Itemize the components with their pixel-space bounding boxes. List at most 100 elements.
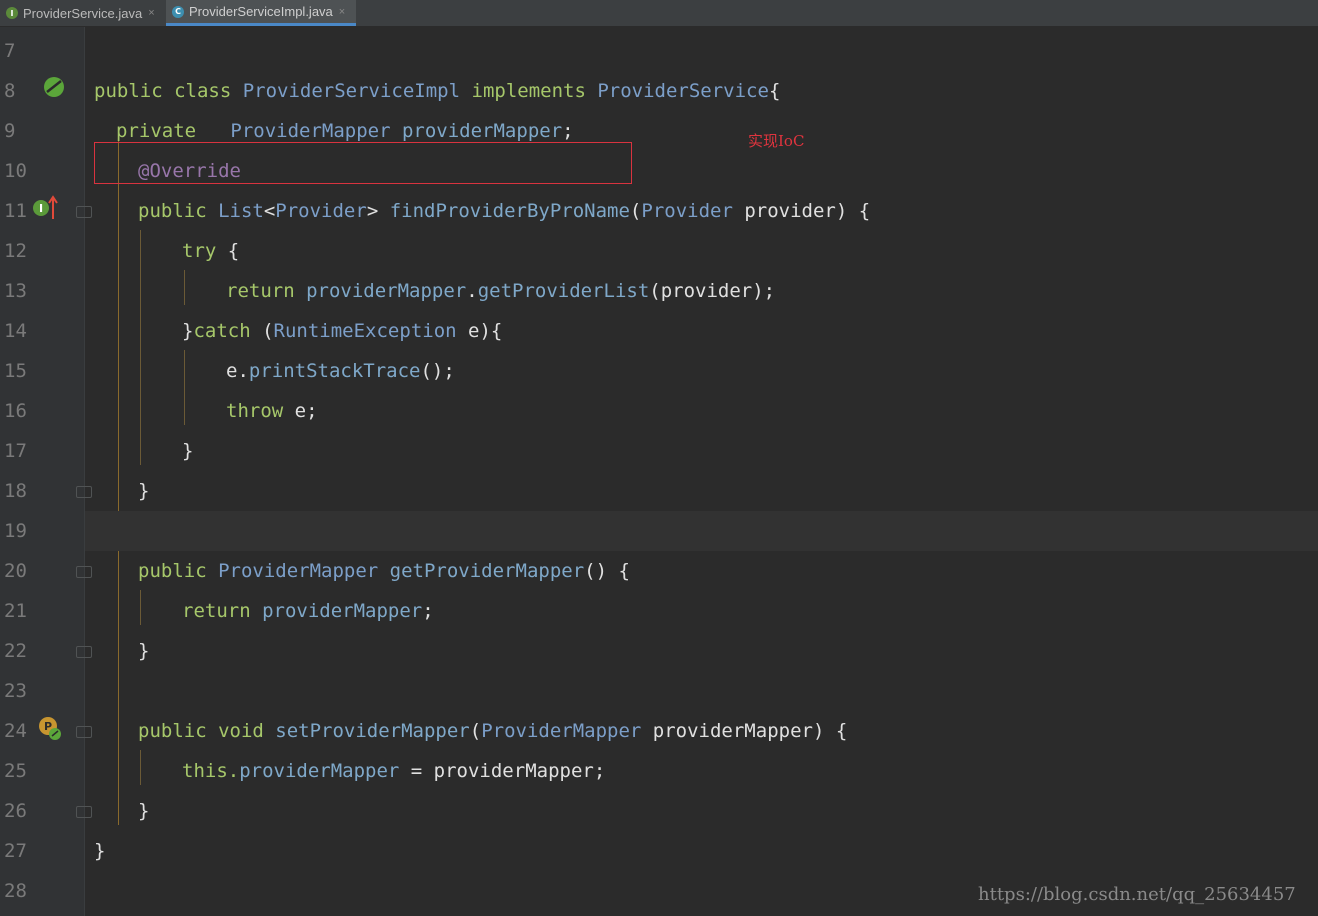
brace: }: [182, 440, 194, 462]
fold-marker[interactable]: [76, 726, 92, 738]
keyword: public class: [94, 80, 243, 102]
line-number: 7: [4, 40, 16, 62]
type-name: ProviderMapper: [218, 560, 390, 582]
fold-marker[interactable]: [76, 806, 92, 818]
close-icon[interactable]: ×: [339, 6, 345, 18]
brace: }: [138, 640, 150, 662]
code-text: return providerMapper;: [182, 591, 434, 631]
code-line[interactable]: 14 }catch (RuntimeException e){: [0, 311, 1318, 351]
param: e){: [456, 320, 503, 342]
property-setter-icon[interactable]: P: [37, 715, 63, 741]
svg-text:I: I: [39, 202, 43, 215]
keyword: public void: [138, 720, 276, 742]
line-number: 24: [4, 720, 27, 742]
punct: >: [366, 200, 390, 222]
keyword: return: [182, 600, 263, 622]
code-text: }: [138, 631, 149, 671]
code-line[interactable]: 20 public ProviderMapper getProviderMapp…: [0, 551, 1318, 591]
line-number: 18: [4, 480, 27, 502]
editor-tab-bar: I ProviderService.java × C ProviderServi…: [0, 0, 1318, 27]
line-number: 19: [4, 520, 27, 542]
code-text: this.providerMapper = providerMapper;: [182, 751, 605, 791]
method-name: getProviderMapper: [389, 560, 585, 582]
code-line[interactable]: 17 }: [0, 431, 1318, 471]
punct: (: [629, 200, 642, 222]
code-line[interactable]: 15 e.printStackTrace();: [0, 351, 1318, 391]
close-icon[interactable]: ×: [148, 7, 154, 19]
method-name: findProviderByProName: [389, 200, 630, 222]
line-number: 27: [4, 840, 27, 862]
code-text: }: [94, 831, 105, 871]
tab-provider-service[interactable]: I ProviderService.java ×: [0, 0, 164, 26]
brace: }: [182, 320, 194, 342]
keyword: private: [116, 120, 197, 142]
code-line[interactable]: 26 }: [0, 791, 1318, 831]
punct: () {: [584, 560, 630, 582]
punct: (: [469, 720, 482, 742]
brace: {: [768, 80, 781, 102]
code-editor[interactable]: 7 8 public class ProviderServiceImpl imp…: [0, 27, 1318, 916]
fold-marker[interactable]: [76, 206, 92, 218]
keyword: try: [182, 240, 228, 262]
code-line[interactable]: 7: [0, 31, 1318, 71]
code-text: throw e;: [226, 391, 318, 431]
assignment: = providerMapper;: [399, 760, 606, 782]
punct: (: [262, 320, 274, 342]
code-line[interactable]: 23: [0, 671, 1318, 711]
variable: e.: [226, 360, 249, 382]
field-name: providerMapper: [239, 760, 400, 782]
code-text: e.printStackTrace();: [226, 351, 455, 391]
type-name: Provider: [641, 200, 733, 222]
code-line[interactable]: 11 public List<Provider> findProviderByP…: [0, 191, 1318, 231]
spring-bean-icon[interactable]: [42, 75, 66, 99]
fold-marker[interactable]: [76, 486, 92, 498]
line-number: 12: [4, 240, 27, 262]
field-name: providerMapper: [306, 280, 467, 302]
line-number: 25: [4, 760, 27, 782]
tab-label: ProviderService.java: [23, 5, 143, 21]
type-name: List: [218, 200, 264, 222]
code-text: public ProviderMapper getProviderMapper(…: [138, 551, 630, 591]
keyword: return: [226, 280, 307, 302]
args: ();: [420, 360, 455, 382]
interface-name: ProviderService: [597, 80, 769, 102]
code-line[interactable]: 27 }: [0, 831, 1318, 871]
code-line[interactable]: 16 throw e;: [0, 391, 1318, 431]
code-text: }: [138, 791, 149, 831]
fold-marker[interactable]: [76, 566, 92, 578]
keyword: this.: [182, 760, 240, 782]
code-line[interactable]: 8 public class ProviderServiceImpl imple…: [0, 71, 1318, 111]
code-line[interactable]: 24 public void setProviderMapper(Provide…: [0, 711, 1318, 751]
code-line[interactable]: 21 return providerMapper;: [0, 591, 1318, 631]
line-number: 13: [4, 280, 27, 302]
code-text: }: [182, 431, 193, 471]
param: provider) {: [732, 200, 871, 222]
punct: <: [263, 200, 276, 222]
annotation-label: 实现IoC: [748, 132, 805, 150]
fold-marker[interactable]: [76, 646, 92, 658]
code-text: public List<Provider> findProviderByProN…: [138, 191, 870, 231]
line-number: 9: [4, 120, 16, 142]
code-line[interactable]: 25 this.providerMapper = providerMapper;: [0, 751, 1318, 791]
args: (provider);: [649, 280, 776, 302]
implements-method-icon[interactable]: I: [32, 195, 60, 221]
line-number: 16: [4, 400, 27, 422]
current-code-line[interactable]: 19: [4, 511, 1318, 551]
line-number: 17: [4, 440, 27, 462]
brace: }: [138, 480, 150, 502]
code-line[interactable]: 13 return providerMapper.getProviderList…: [0, 271, 1318, 311]
keyword: public: [138, 560, 219, 582]
tab-provider-service-impl[interactable]: C ProviderServiceImpl.java ×: [166, 0, 356, 26]
code-text: }: [138, 471, 149, 511]
code-line[interactable]: 22 }: [0, 631, 1318, 671]
line-number: 14: [4, 320, 27, 342]
keyword: implements: [460, 80, 598, 102]
line-number: 8: [4, 80, 16, 102]
code-line[interactable]: 18 }: [0, 471, 1318, 511]
line-number: 20: [4, 560, 27, 582]
type-name: RuntimeException: [273, 320, 457, 342]
watermark: https://blog.csdn.net/qq_25634457: [978, 884, 1296, 905]
semicolon: ;: [562, 120, 574, 142]
code-line[interactable]: 12 try {: [0, 231, 1318, 271]
interface-icon: I: [6, 7, 18, 19]
